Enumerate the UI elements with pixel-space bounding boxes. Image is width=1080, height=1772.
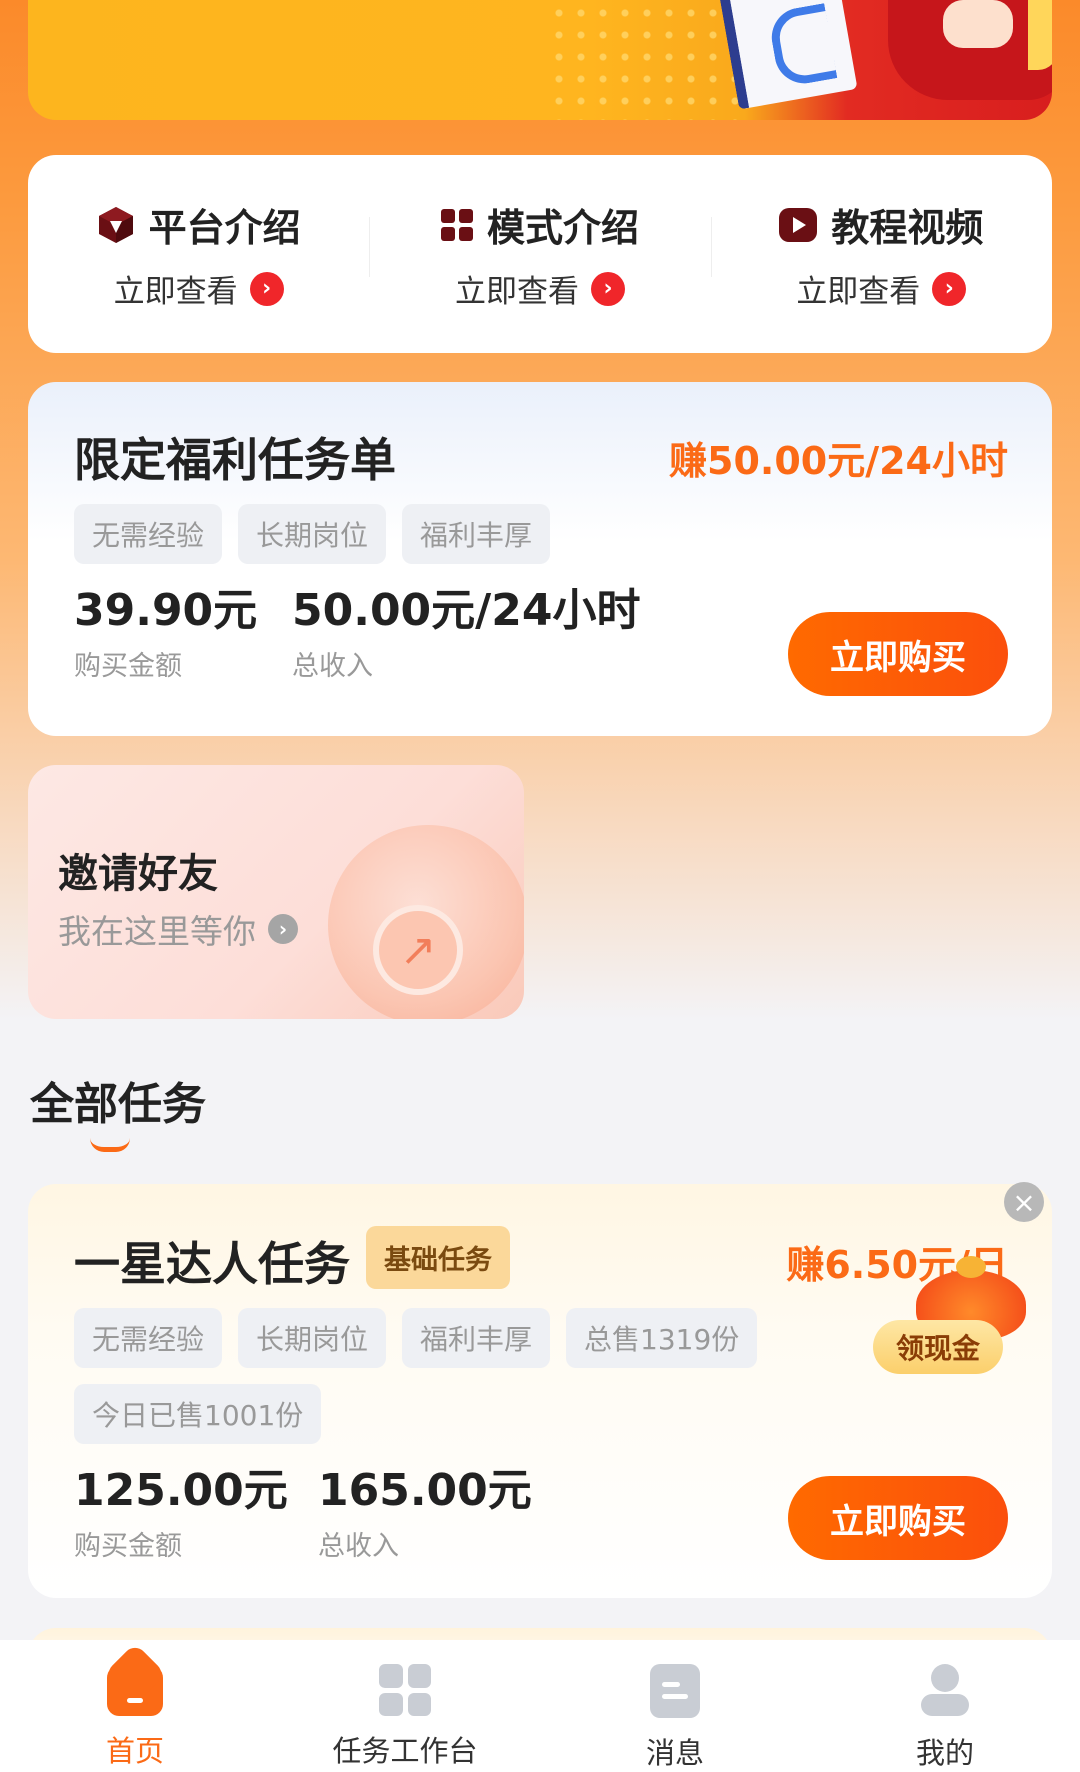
- nav-item-workbench[interactable]: 任务工作台: [270, 1640, 540, 1772]
- task-income-block: 165.00元 总收入: [318, 1454, 532, 1563]
- nav-label: 首页: [105, 1734, 164, 1768]
- tag: 福利丰厚: [402, 504, 551, 564]
- intro-title: 教程视频: [831, 206, 984, 250]
- nav-item-home[interactable]: 首页: [0, 1640, 270, 1772]
- chevron-right-icon[interactable]: ›: [249, 271, 284, 306]
- intro-view-link[interactable]: 立即查看: [114, 266, 238, 311]
- chevron-right-icon[interactable]: ›: [590, 271, 625, 306]
- tag: 今日已售1001份: [74, 1384, 322, 1444]
- invite-friends-card[interactable]: ↗ 邀请好友 我在这里等你 ›: [28, 765, 524, 1019]
- user-icon: [919, 1664, 971, 1718]
- section-title: 全部任务: [30, 1079, 206, 1130]
- nav-label: 消息: [645, 1736, 704, 1770]
- share-arrow-icon: ↗: [373, 905, 463, 995]
- task-price-block: 125.00元 购买金额: [74, 1454, 288, 1563]
- nav-item-profile[interactable]: 我的: [810, 1640, 1080, 1772]
- welfare-price-block: 39.90元 购买金额: [74, 574, 257, 683]
- tag: 无需经验: [74, 1308, 223, 1368]
- message-icon: [650, 1664, 700, 1718]
- welfare-task-card[interactable]: 限定福利任务单 赚50.00元/24小时 无需经验 长期岗位 福利丰厚 39.9…: [28, 382, 1052, 736]
- claim-cash-button[interactable]: 领现金: [873, 1320, 1003, 1374]
- banner-dots-decoration: [548, 0, 748, 120]
- chevron-right-icon[interactable]: ›: [268, 914, 298, 944]
- total-income-label: 总收入: [292, 651, 373, 682]
- intro-item-mode[interactable]: 模式介绍 立即查看 ›: [369, 197, 710, 311]
- intro-title: 平台介绍: [148, 206, 301, 250]
- play-icon: [779, 207, 818, 242]
- buy-now-button[interactable]: 立即购买: [788, 1476, 1008, 1560]
- workbench-icon: [379, 1664, 431, 1716]
- tag: 长期岗位: [238, 1308, 387, 1368]
- nav-item-messages[interactable]: 消息: [540, 1640, 810, 1772]
- nav-label: 任务工作台: [332, 1734, 478, 1768]
- chevron-right-icon[interactable]: ›: [932, 271, 967, 306]
- banner-leaf-illustration: [1028, 0, 1052, 70]
- buy-now-button[interactable]: 立即购买: [788, 612, 1008, 696]
- intro-view-link[interactable]: 立即查看: [455, 266, 579, 311]
- task-type-badge: 基础任务: [366, 1226, 510, 1289]
- intro-card: 平台介绍 立即查看 › 模式介绍 立即查看 › 教程视频 立即查看 ›: [28, 155, 1052, 353]
- purchase-amount-label: 购买金额: [74, 1531, 182, 1562]
- tag: 长期岗位: [238, 504, 387, 564]
- bottom-nav: 首页 任务工作台 消息 我的: [0, 1640, 1080, 1772]
- welfare-title: 限定福利任务单: [74, 433, 396, 487]
- banner-document-illustration: [718, 0, 858, 110]
- nav-label: 我的: [915, 1736, 974, 1770]
- task-title: 一星达人任务: [74, 1237, 350, 1291]
- total-income: 165.00元: [318, 1465, 532, 1516]
- tag: 总售1319份: [566, 1308, 758, 1368]
- total-income-label: 总收入: [318, 1531, 399, 1562]
- welfare-income-block: 50.00元/24小时 总收入: [292, 574, 640, 683]
- tag: 福利丰厚: [402, 1308, 551, 1368]
- invite-title: 邀请好友: [58, 851, 218, 897]
- invite-subtitle: 我在这里等你: [58, 912, 256, 951]
- purchase-amount: 125.00元: [74, 1465, 288, 1516]
- tag: 无需经验: [74, 504, 223, 564]
- grid-icon: [440, 208, 473, 241]
- intro-item-video[interactable]: 教程视频 立即查看 ›: [710, 197, 1052, 311]
- top-banner[interactable]: [28, 0, 1052, 120]
- purchase-amount-label: 购买金额: [74, 651, 182, 682]
- total-income: 50.00元/24小时: [292, 585, 641, 636]
- cube-icon: [97, 205, 135, 245]
- close-icon[interactable]: ×: [1004, 1182, 1044, 1222]
- home-icon: [107, 1664, 163, 1716]
- section-underline-decoration: [90, 1138, 130, 1152]
- purchase-amount: 39.90元: [74, 585, 258, 636]
- intro-item-platform[interactable]: 平台介绍 立即查看 ›: [28, 197, 369, 311]
- task-card[interactable]: 一星达人任务 基础任务 赚6.50元/日 × 领现金 无需经验 长期岗位 福利丰…: [28, 1182, 1052, 1598]
- banner-hand-illustration: [943, 0, 1013, 48]
- task-tags: 无需经验 长期岗位 福利丰厚 总售1319份 今日已售1001份: [74, 1308, 834, 1444]
- intro-title: 模式介绍: [486, 206, 639, 250]
- welfare-tags: 无需经验 长期岗位 福利丰厚: [74, 504, 551, 564]
- welfare-earn-rate: 赚50.00元/24小时: [669, 439, 1008, 483]
- intro-view-link[interactable]: 立即查看: [796, 266, 920, 311]
